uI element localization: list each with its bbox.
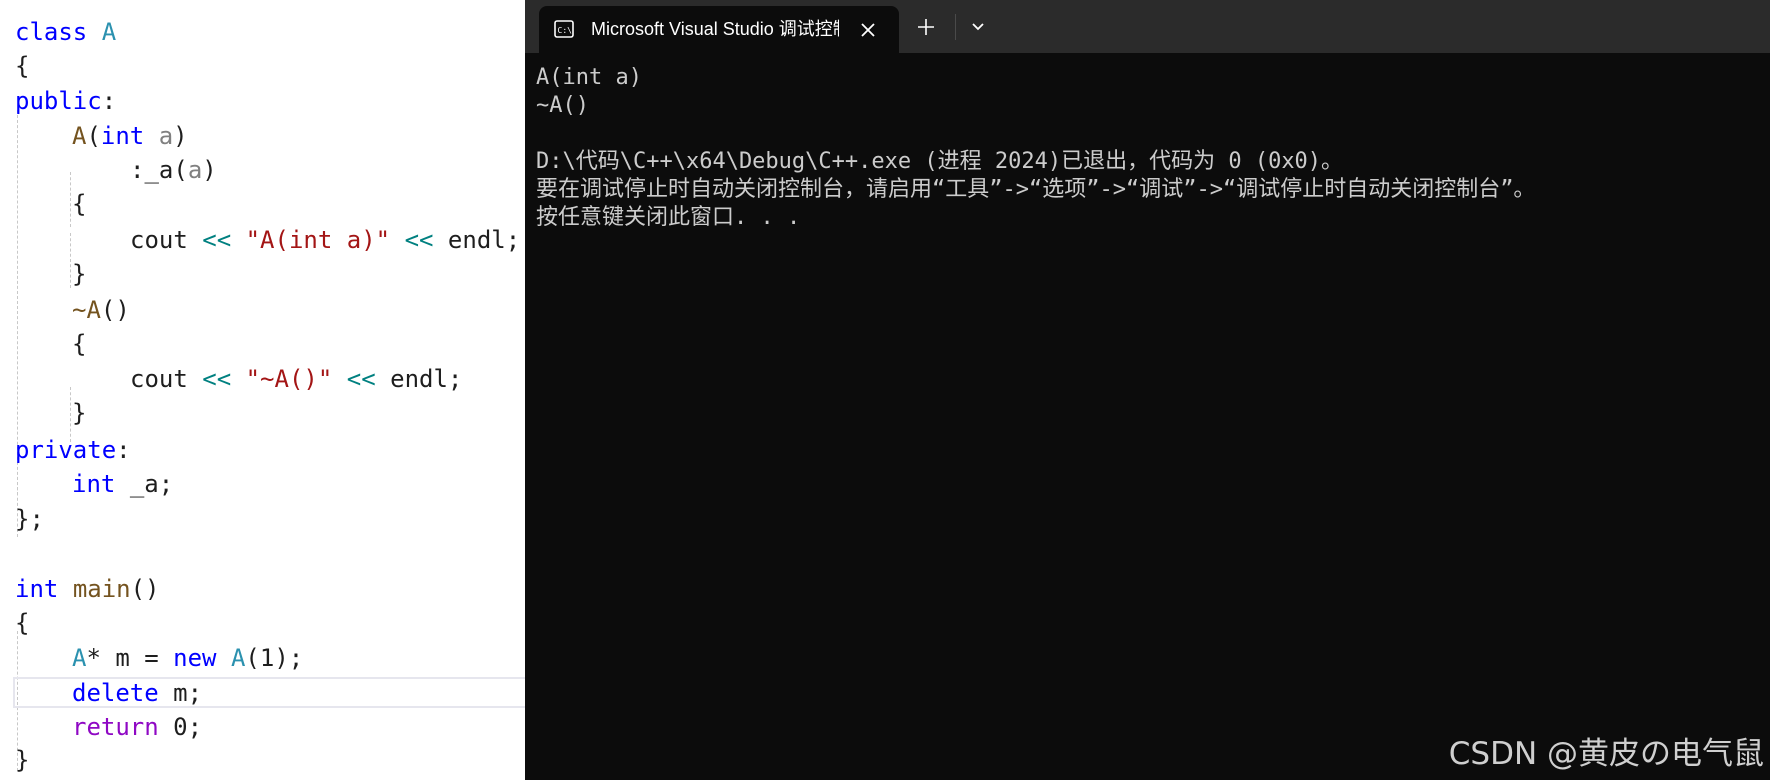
tab-title: Microsoft Visual Studio 调试控制台 xyxy=(591,19,839,39)
output-line: 按任意键关闭此窗口. . . xyxy=(536,205,801,230)
paren-token: () xyxy=(130,575,160,603)
terminal-icon: C:\ xyxy=(554,20,574,38)
declaration-token: * m = xyxy=(86,644,174,672)
close-icon[interactable] xyxy=(855,17,881,43)
tab-debug-console[interactable]: C:\ Microsoft Visual Studio 调试控制台 xyxy=(539,6,899,53)
code-line-5: :_a(a) xyxy=(130,153,217,187)
keyword-token: class xyxy=(15,18,88,46)
paren-token: ( xyxy=(86,122,101,150)
code-line-22: } xyxy=(15,743,29,777)
code-line-7: cout << "A(int a)" << endl; xyxy=(130,223,520,257)
output-line: A(int a) xyxy=(536,65,642,90)
keyword-token: int xyxy=(100,122,145,150)
brace-token: } xyxy=(72,399,87,427)
initializer-token: :_a xyxy=(130,156,174,184)
code-line-14: int _a; xyxy=(72,467,173,501)
colon-token: : xyxy=(101,87,117,115)
titlebar-divider xyxy=(955,14,956,40)
console-output[interactable]: A(int a) ~A() D:\代码\C++\x64\Debug\C++.ex… xyxy=(536,64,1535,232)
param-token: a xyxy=(158,122,174,150)
brace-token: { xyxy=(72,190,87,218)
constructor-name-token: A xyxy=(72,122,87,150)
svg-text:C:\: C:\ xyxy=(558,26,573,35)
member-token: _a; xyxy=(129,470,174,498)
identifier-token: m; xyxy=(173,679,203,707)
code-line-1: class A xyxy=(15,15,116,49)
paren-token: ) xyxy=(202,156,217,184)
keyword-token: int xyxy=(15,575,59,603)
code-line-10: { xyxy=(72,327,86,361)
brace-token: } xyxy=(72,260,87,288)
code-line-4: A(int a) xyxy=(72,119,188,153)
access-specifier-token: public xyxy=(15,87,102,115)
code-line-17: int main() xyxy=(15,572,160,606)
brace-token: { xyxy=(15,609,30,637)
code-line-12: } xyxy=(72,396,86,430)
output-line: ~A() xyxy=(536,93,589,118)
class-name-token: A xyxy=(230,644,246,672)
keyword-token: delete xyxy=(72,679,159,707)
title-bar[interactable]: C:\ Microsoft Visual Studio 调试控制台 xyxy=(525,0,1770,53)
string-token: "A(int a)" xyxy=(245,226,391,254)
code-line-6: { xyxy=(72,187,86,221)
code-line-21: return 0; xyxy=(72,710,202,744)
indent-guide xyxy=(70,172,71,227)
plus-icon[interactable] xyxy=(913,14,939,40)
brace-token: } xyxy=(15,746,30,774)
code-line-19: A* m = new A(1); xyxy=(72,641,303,675)
debug-console-window[interactable]: C:\ Microsoft Visual Studio 调试控制台 A(int … xyxy=(525,0,1770,780)
keyword-token: new xyxy=(173,644,217,672)
endl-token: endl; xyxy=(447,226,521,254)
function-name-token: main xyxy=(72,575,131,603)
paren-token: ( xyxy=(245,644,260,672)
output-line: D:\代码\C++\x64\Debug\C++.exe (进程 2024)已退出… xyxy=(536,149,1344,174)
destructor-name-token: A xyxy=(86,296,101,324)
tilde-token: ~ xyxy=(72,296,87,324)
code-line-20: delete m; xyxy=(72,676,202,710)
endl-token: endl; xyxy=(390,365,463,393)
cout-token: cout xyxy=(130,365,188,393)
code-line-18: { xyxy=(15,606,29,640)
paren-token: ( xyxy=(173,156,188,184)
keyword-token: int xyxy=(72,470,116,498)
cout-token: cout xyxy=(130,226,188,254)
paren-token: ) xyxy=(173,122,188,150)
code-line-11: cout << "~A()" << endl; xyxy=(130,362,462,396)
string-token: "~A()" xyxy=(245,365,333,393)
statement-end-token: ); xyxy=(274,644,304,672)
brace-token: { xyxy=(72,330,87,358)
operator-token: << xyxy=(202,365,232,393)
operator-token: << xyxy=(346,365,376,393)
class-name-token: A xyxy=(72,644,87,672)
output-line: 要在调试停止时自动关闭控制台，请启用“工具”->“选项”->“调试”->“调试停… xyxy=(536,177,1536,202)
watermark: CSDN @黄皮の电气鼠 xyxy=(1448,736,1764,772)
param-token: a xyxy=(187,156,203,184)
class-name-token: A xyxy=(101,18,117,46)
keyword-token: return xyxy=(72,713,159,741)
operator-token: << xyxy=(404,226,434,254)
code-editor[interactable]: class A { public: A(int a) :_a(a) { cout… xyxy=(0,0,525,780)
return-value-token: 0; xyxy=(173,713,203,741)
number-token: 1 xyxy=(259,644,275,672)
code-line-2: { xyxy=(15,49,29,83)
chevron-down-icon[interactable] xyxy=(965,14,991,40)
access-specifier-token: private xyxy=(15,436,117,464)
code-line-15: }; xyxy=(15,502,44,536)
indent-guide xyxy=(70,233,71,288)
code-line-13: private: xyxy=(15,433,131,467)
code-line-8: } xyxy=(72,257,86,291)
code-line-9: ~A() xyxy=(72,293,130,327)
brace-token: }; xyxy=(15,505,44,533)
code-line-3: public: xyxy=(15,84,116,118)
brace-token: { xyxy=(15,52,30,80)
colon-token: : xyxy=(116,436,131,464)
operator-token: << xyxy=(202,226,232,254)
paren-token: () xyxy=(100,296,130,324)
